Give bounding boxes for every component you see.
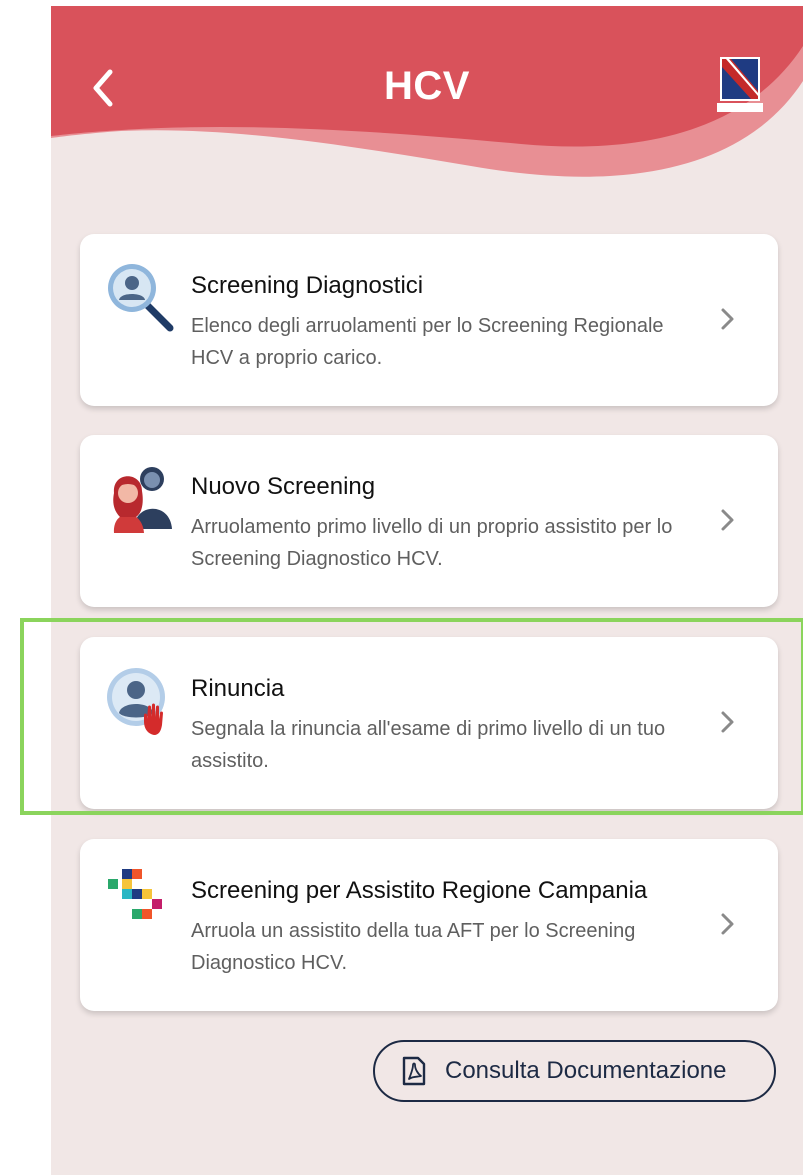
card-description: Segnala la rinuncia all'esame di primo l…: [191, 718, 666, 772]
card-rinuncia[interactable]: Rinuncia Segnala la rinuncia all'esame d…: [80, 637, 778, 809]
card-screening-assistito-campania[interactable]: Screening per Assistito Regione Campania…: [80, 839, 778, 1011]
card-title: Screening per Assistito Regione Campania: [191, 877, 648, 904]
app-screen: HCV Screening Diagnostici Elenco degli a…: [51, 6, 803, 1175]
card-title: Rinuncia: [191, 675, 285, 702]
magnifier-user-icon: [108, 264, 174, 332]
page-title: HCV: [384, 64, 470, 108]
chevron-right-icon: [721, 913, 734, 935]
pixel-logo-icon: [108, 869, 162, 919]
chevron-right-icon: [721, 509, 734, 531]
chevron-right-icon: [721, 711, 734, 733]
card-description: Arruola un assistito della tua AFT per l…: [191, 920, 636, 974]
card-nuovo-screening[interactable]: Nuovo Screening Arruolamento primo livel…: [80, 435, 778, 607]
card-screening-diagnostici[interactable]: Screening Diagnostici Elenco degli arruo…: [80, 234, 778, 406]
user-stop-icon: [107, 668, 165, 735]
card-description: Arruolamento primo livello di un proprio…: [191, 516, 673, 570]
pdf-icon: [402, 1056, 426, 1086]
chevron-right-icon: [721, 308, 734, 330]
consulta-documentazione-label: Consulta Documentazione: [445, 1057, 727, 1084]
regione-campania-logo: [717, 57, 763, 112]
header: HCV: [51, 6, 803, 206]
consulta-documentazione-button[interactable]: Consulta Documentazione: [373, 1040, 776, 1102]
card-title: Nuovo Screening: [191, 473, 376, 500]
people-icon: [113, 467, 172, 533]
card-description: Elenco degli arruolamenti per lo Screeni…: [191, 315, 664, 369]
card-title: Screening Diagnostici: [191, 272, 424, 299]
